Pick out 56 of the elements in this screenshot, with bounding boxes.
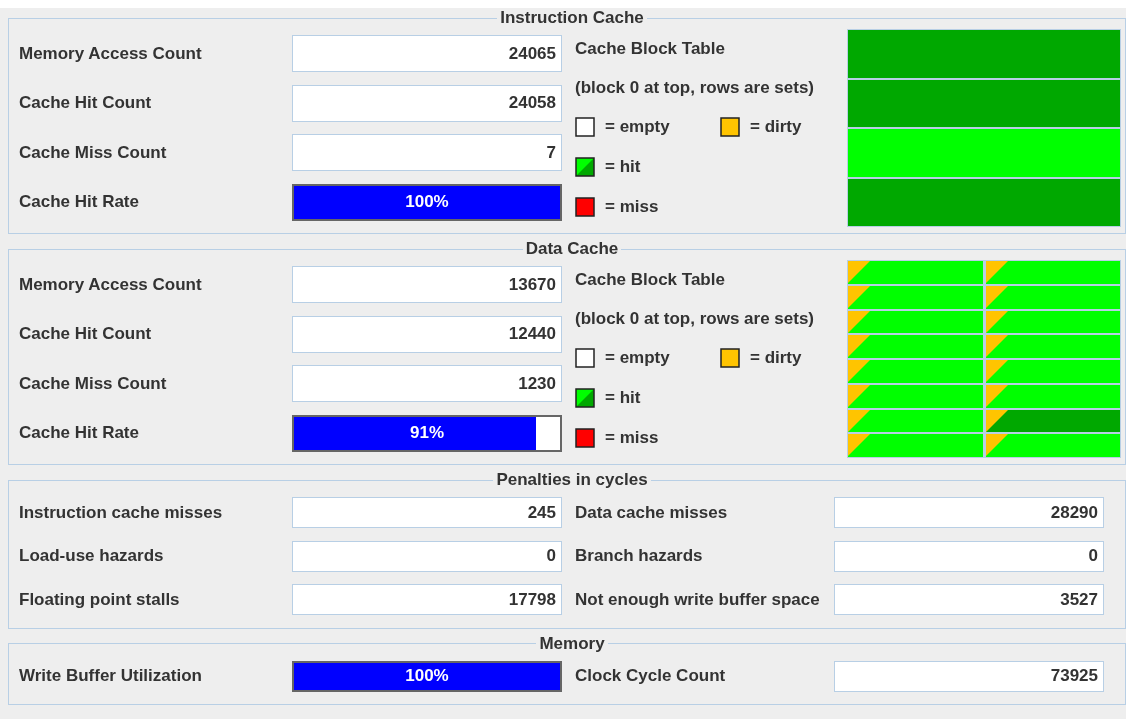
miss-swatch-icon: [575, 428, 595, 448]
value-field: 73925: [834, 660, 1104, 692]
stat-label: Data cache misses: [575, 502, 729, 523]
miss-swatch-icon: [575, 197, 595, 217]
legend-label: = dirty: [750, 117, 802, 137]
legend-label: = empty: [605, 348, 670, 368]
stat-label: Cache Miss Count: [19, 142, 168, 163]
legend-label: = dirty: [750, 348, 802, 368]
value-field: 3527: [834, 584, 1104, 616]
stat-label: Cache Hit Count: [19, 324, 153, 345]
value-field: 24058: [292, 84, 562, 122]
table-title: Cache Block Table: [575, 37, 726, 60]
stat-label: Clock Cycle Count: [575, 666, 727, 687]
value-field: 13670: [292, 266, 562, 304]
stat-label: Branch hazards: [575, 546, 704, 567]
legend-label: = miss: [605, 197, 659, 217]
value-field: 12440: [292, 315, 562, 353]
value-field: 0: [292, 540, 562, 572]
stat-label: Cache Hit Rate: [19, 192, 140, 213]
table-subtitle: (block 0 at top, rows are sets): [575, 307, 815, 330]
section-title: Memory: [538, 634, 606, 653]
stat-label: Instruction cache misses: [19, 502, 224, 523]
value-field: 24065: [292, 35, 562, 73]
dirty-swatch-icon: [720, 348, 740, 368]
empty-swatch-icon: [575, 117, 595, 137]
stat-label: Memory Access Count: [19, 43, 203, 64]
legend-label: = hit: [605, 157, 641, 177]
stat-label: Floating point stalls: [19, 589, 181, 610]
progress-reading: 100%: [405, 666, 449, 687]
value-field: 245: [292, 497, 562, 529]
value-field: 17798: [292, 584, 562, 616]
empty-swatch-icon: [575, 348, 595, 368]
stat-label: Cache Hit Rate: [19, 423, 140, 444]
section-title: Data Cache: [524, 240, 620, 258]
legend-label: = empty: [605, 117, 670, 137]
stat-label: Cache Miss Count: [19, 373, 168, 394]
dirty-swatch-icon: [720, 117, 740, 137]
legend-label: = miss: [605, 428, 659, 448]
table-title: Cache Block Table: [575, 268, 726, 291]
section-title: Penalties in cycles: [495, 471, 649, 489]
hit-swatch-icon: [575, 388, 595, 408]
legend-label: = hit: [605, 388, 641, 408]
stat-label: Memory Access Count: [19, 274, 203, 295]
value-field: 28290: [834, 497, 1104, 529]
hit-swatch-icon: [575, 157, 595, 177]
value-field: 1230: [292, 365, 562, 403]
section-title: Instruction Cache: [499, 9, 645, 27]
progress-reading: 100%: [405, 192, 449, 213]
stat-label: Load-use hazards: [19, 546, 165, 567]
progress-reading: 91%: [410, 423, 444, 444]
value-field: 7: [292, 134, 562, 172]
stat-label: Cache Hit Count: [19, 93, 153, 114]
stat-label: Not enough write buffer space: [575, 589, 821, 610]
table-subtitle: (block 0 at top, rows are sets): [575, 76, 815, 99]
stat-label: Write Buffer Utilization: [19, 666, 203, 687]
value-field: 0: [834, 540, 1104, 572]
